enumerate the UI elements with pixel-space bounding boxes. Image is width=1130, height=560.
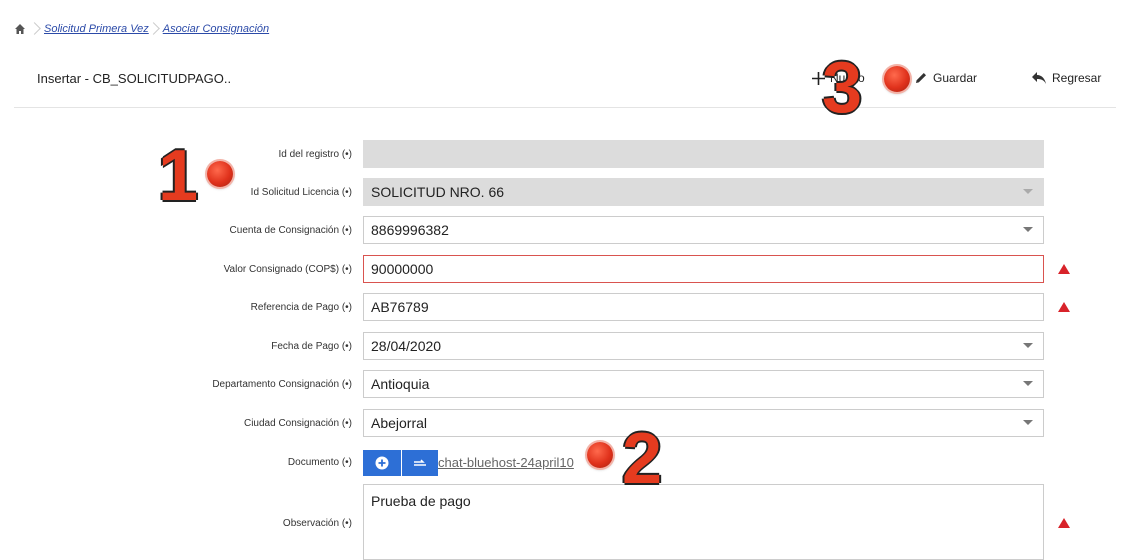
label-ciudad: Ciudad Consignación (•) (243, 418, 352, 429)
back-button-label: Regresar (1052, 71, 1102, 85)
breadcrumb-link-solicitud[interactable]: Solicitud Primera Vez (44, 23, 149, 35)
upload-icon (414, 459, 426, 466)
save-button-label: Guardar (933, 71, 978, 85)
label-fecha: Fecha de Pago (•) (271, 341, 352, 352)
label-documento: Documento (•) (287, 457, 352, 468)
label-cuenta: Cuenta de Consignación (•) (229, 225, 352, 236)
warning-icon (1058, 302, 1070, 312)
add-document-button[interactable] (363, 450, 401, 476)
cuenta-select[interactable]: 8869996382 (363, 216, 1044, 244)
departamento-select[interactable]: Antioquia (363, 370, 1044, 398)
breadcrumb-separator (34, 22, 40, 36)
label-observacion: Observación (•) (282, 518, 352, 529)
fecha-value: 28/04/2020 (371, 338, 442, 354)
observacion-value: Prueba de pago (371, 493, 471, 509)
breadcrumb-link-asociar[interactable]: Asociar Consignación (163, 23, 269, 35)
upload-document-button[interactable] (402, 450, 438, 476)
home-icon[interactable] (14, 23, 26, 35)
annotation-number-3: 3 (822, 48, 863, 128)
document-file-link[interactable]: chat-bluehost-24april10 (438, 455, 574, 470)
referencia-value: AB76789 (371, 299, 429, 315)
annotation-marker (207, 161, 233, 187)
ciudad-value: Abejorral (371, 415, 428, 431)
id-registro-field (363, 140, 1044, 168)
reply-icon (1032, 72, 1046, 84)
pencil-icon (916, 73, 926, 83)
observacion-textarea[interactable]: Prueba de pago (363, 484, 1044, 560)
save-button[interactable]: Guardar (914, 68, 977, 88)
chevron-down-icon (1023, 420, 1033, 425)
chevron-down-icon (1023, 381, 1033, 386)
breadcrumb-separator (153, 22, 159, 36)
label-referencia: Referencia de Pago (•) (250, 302, 352, 313)
ciudad-select[interactable]: Abejorral (363, 409, 1044, 437)
departamento-value: Antioquia (371, 376, 430, 392)
id-solicitud-value: SOLICITUD NRO. 66 (371, 184, 505, 200)
valor-input[interactable]: 90000000 (363, 255, 1044, 283)
back-button[interactable]: Regresar (1031, 68, 1101, 88)
page-title: Insertar - CB_SOLICITUDPAGO.. (37, 71, 232, 86)
referencia-input[interactable]: AB76789 (363, 293, 1044, 321)
chevron-down-icon (1023, 189, 1033, 194)
chevron-down-icon (1023, 227, 1033, 232)
breadcrumb: Solicitud Primera Vez Asociar Consignaci… (14, 20, 269, 38)
label-departamento: Departamento Consignación (•) (212, 379, 352, 390)
annotation-number-2: 2 (622, 419, 663, 499)
valor-value: 90000000 (371, 261, 434, 277)
label-valor: Valor Consignado (COP$) (•) (223, 264, 352, 275)
annotation-marker (884, 66, 910, 92)
add-circle-icon (375, 456, 389, 470)
cuenta-value: 8869996382 (371, 222, 449, 238)
annotation-marker (587, 442, 613, 468)
fecha-picker[interactable]: 28/04/2020 (363, 332, 1044, 360)
annotation-number-1: 1 (158, 136, 199, 216)
header-divider (14, 107, 1116, 108)
chevron-down-icon (1023, 343, 1033, 348)
id-solicitud-select: SOLICITUD NRO. 66 (363, 178, 1044, 206)
warning-icon (1058, 518, 1070, 528)
warning-icon (1058, 264, 1070, 274)
